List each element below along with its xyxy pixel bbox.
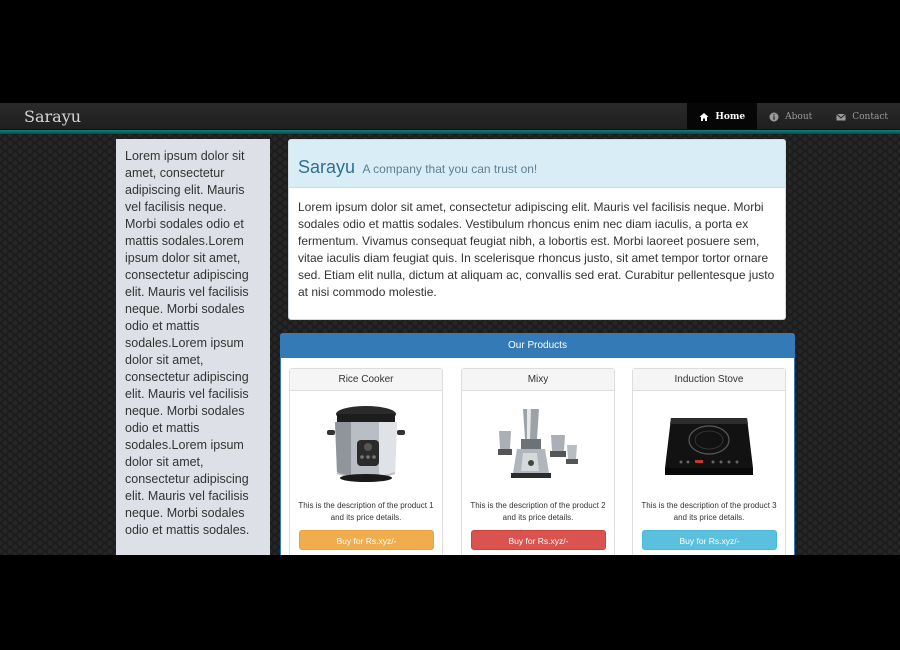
sidebar-text: Lorem ipsum dolor sit amet, consectetur …	[125, 149, 250, 537]
products-panel: Our Products Rice Cooker This is the des…	[280, 333, 795, 555]
product-card-mixy: Mixy This is the description of the prod…	[461, 368, 615, 555]
product-name: Induction Stove	[633, 369, 785, 391]
hero-heading: Sarayu A company that you can trust on!	[289, 140, 785, 188]
product-name: Rice Cooker	[290, 369, 442, 391]
info-icon	[769, 112, 779, 121]
rice-cooker-image	[290, 397, 442, 493]
nav-item-about[interactable]: About	[757, 103, 824, 130]
nav-item-label: Home	[715, 111, 746, 122]
hero-panel: Sarayu A company that you can trust on! …	[288, 139, 786, 320]
buy-button[interactable]: Buy for Rs.xyz/-	[642, 530, 777, 550]
navbar: Sarayu Home About Contact	[0, 103, 900, 130]
nav-item-home[interactable]: Home	[687, 103, 758, 130]
nav-item-label: About	[785, 111, 813, 122]
product-card-rice-cooker: Rice Cooker This is the description of t…	[289, 368, 443, 555]
product-cards: Rice Cooker This is the description of t…	[281, 358, 794, 555]
products-heading: Our Products	[281, 334, 794, 358]
hero-title: Sarayu	[298, 157, 356, 177]
brand-logo[interactable]: Sarayu	[24, 107, 81, 126]
hero-tagline: A company that you can trust on!	[362, 162, 538, 176]
induction-stove-image	[633, 397, 785, 493]
home-icon	[699, 112, 709, 121]
product-description: This is the description of the product 2…	[470, 501, 606, 522]
product-description: This is the description of the product 1…	[298, 501, 434, 522]
mixer-grinder-image	[462, 397, 614, 493]
viewport: Sarayu Home About Contact Lorem ipsum do…	[0, 0, 900, 650]
nav-menu: Home About Contact	[687, 103, 900, 130]
buy-button[interactable]: Buy for Rs.xyz/-	[471, 530, 606, 550]
sidebar: Lorem ipsum dolor sit amet, consectetur …	[116, 139, 270, 555]
navbar-accent-bar	[0, 130, 900, 134]
product-name: Mixy	[462, 369, 614, 391]
product-card-induction-stove: Induction Stove This is the description …	[632, 368, 786, 555]
product-description: This is the description of the product 3…	[641, 501, 777, 522]
envelope-icon	[836, 113, 847, 120]
buy-button[interactable]: Buy for Rs.xyz/-	[299, 530, 434, 550]
page: Sarayu Home About Contact Lorem ipsum do…	[0, 103, 900, 555]
nav-item-contact[interactable]: Contact	[824, 103, 900, 130]
hero-body: Lorem ipsum dolor sit amet, consectetur …	[298, 200, 775, 299]
nav-item-label: Contact	[852, 111, 888, 122]
